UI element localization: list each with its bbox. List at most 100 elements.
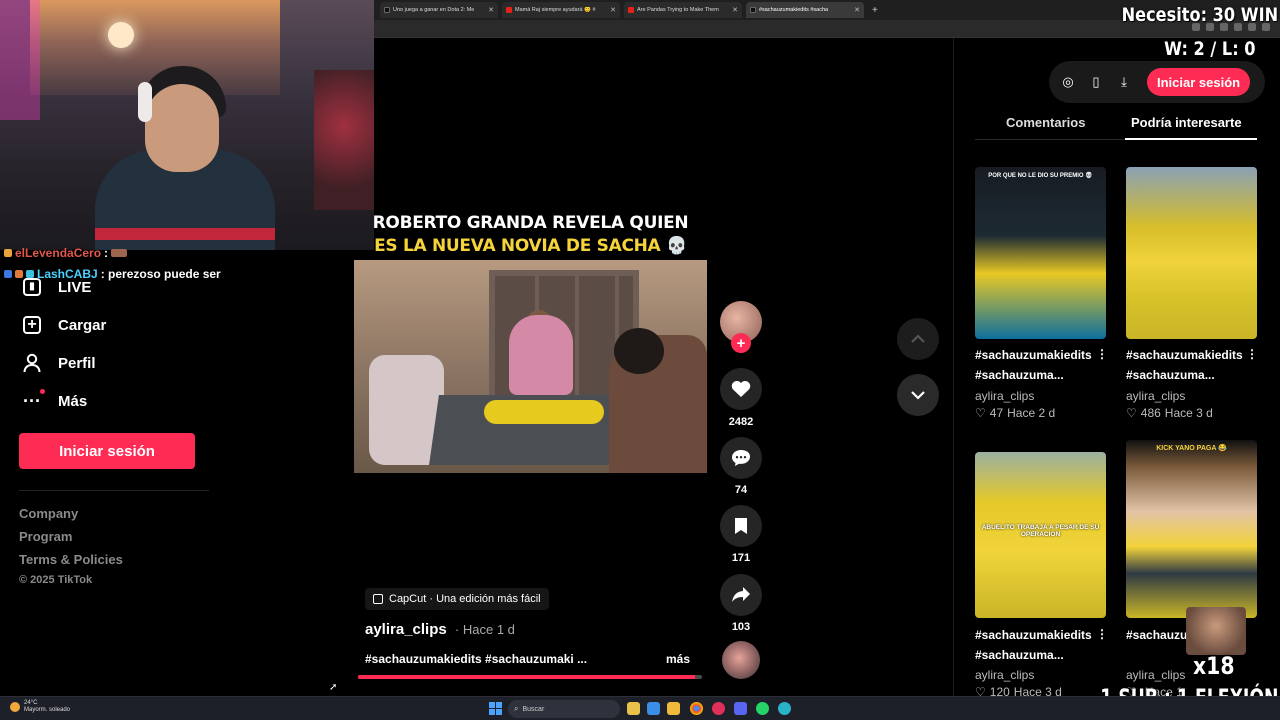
caption-line-1: ROBERTO GRANDA REVELA QUIEN [372,213,689,233]
close-tab-icon[interactable]: ✕ [610,6,616,14]
related-video-title[interactable]: #sachauzumakiedits #sachauzuma... [975,625,1097,665]
related-video-thumbnail[interactable]: POR QUE NO LE DIO SU PREMIO 💀 [975,167,1106,339]
sidebar-item-label: Cargar [58,316,107,334]
comment-count: 74 [734,484,748,496]
tab-comments[interactable]: Comentarios [1006,115,1085,130]
more-icon: ··· [22,389,45,411]
heart-outline-icon: ♡ [975,406,986,420]
like-count: 486 [1140,406,1161,420]
youtube-favicon-icon [628,7,634,13]
chrome-icon[interactable] [690,702,703,715]
chat-message: LashCABJ : perezoso puede ser [0,267,374,281]
related-video-author[interactable]: aylira_clips [1126,668,1185,682]
browser-tab[interactable]: Are Pandas Trying to Make Them ✕ [624,2,742,18]
related-video-author[interactable]: aylira_clips [975,389,1034,403]
related-video-meta: ♡ 486 Hace 3 d [1126,406,1213,420]
related-video-thumbnail[interactable] [1126,167,1257,339]
taskbar-search[interactable]: ⌕ Buscar [508,700,620,718]
next-video-button[interactable] [897,374,939,416]
more-options-icon[interactable]: ⋮ [1246,347,1258,361]
tab-title: Uno juega a ganar en Dota 2: Me [393,7,475,13]
thumbnail-caption: KICK YANO PAGA 😂 [1156,445,1227,452]
share-button[interactable] [720,574,762,616]
sidebar-item-label: LIVE [58,278,92,296]
sidebar-item-upload[interactable]: + Cargar [22,315,106,335]
previous-video-button[interactable] [897,318,939,360]
caption-line-2: ES LA NUEVA NOVIA DE SACHA 💀 [374,236,687,256]
follow-plus-icon[interactable]: + [731,333,751,353]
related-video-thumbnail[interactable]: ABUELITO TRABAJA A PESAR DE SU OPERACION [975,452,1106,618]
windows-taskbar: 24°C Mayorm. soleado ⌕ Buscar [0,696,1280,720]
stream-goal-text: Necesito: 30 WIN [1121,4,1278,26]
video-caption-overlay: ROBERTO GRANDA REVELA QUIEN ES LA NUEVA … [354,212,707,258]
footer-link-terms[interactable]: Terms & Policies [19,552,123,567]
browser-tab[interactable]: Uno juega a ganar en Dota 2: Me ✕ [380,2,498,18]
footer-link-program[interactable]: Program [19,529,72,544]
related-video-author[interactable]: aylira_clips [1126,389,1185,403]
like-button[interactable] [720,368,762,410]
active-tab-indicator [1125,138,1257,140]
related-video-title[interactable]: #sachauzumakiedits #sachauzuma... [1126,345,1248,385]
browser-tab[interactable]: Mamá Raj siempre ayudará 😊 # ✕ [502,2,620,18]
share-count: 103 [731,621,751,633]
video-author: aylira_clips · Hace 1 d [365,621,515,638]
capcut-icon [373,594,383,604]
close-tab-icon[interactable]: ✕ [732,6,738,14]
close-tab-icon[interactable]: ✕ [488,6,494,14]
chevron-down-icon [911,391,925,400]
related-video-title[interactable]: #sachauzumakiedits #sachauzuma... [1126,625,1186,645]
tiktok-logo-icon[interactable]: ◎ [1059,73,1077,91]
close-tab-icon[interactable]: ✕ [854,6,860,14]
thumbnail-caption: ABUELITO TRABAJA A PESAR DE SU OPERACION [981,524,1100,538]
author-username[interactable]: aylira_clips [365,621,447,638]
weather-widget[interactable]: 24°C Mayorm. soleado [10,700,70,714]
windows-start-icon[interactable] [489,702,502,715]
see-more-link[interactable]: más [666,652,690,666]
related-video-thumbnail[interactable]: KICK YANO PAGA 😂 [1126,440,1257,618]
comment-button[interactable] [720,437,762,479]
chat-text: : [104,248,109,257]
browser-tab-active[interactable]: #sachauzumakiedits #sacha ✕ [746,2,864,18]
music-disc[interactable] [722,641,760,679]
tab-related[interactable]: Podría interesarte [1131,115,1242,130]
capcut-badge[interactable]: CapCut · Una edición más fácil [365,588,549,610]
more-options-icon[interactable]: ⋮ [1096,627,1108,641]
related-video-author[interactable]: aylira_clips [975,668,1034,682]
top-action-bar: ◎ ▯ ⤓ Iniciar sesión [1049,61,1265,103]
new-tab-button[interactable]: + [872,5,878,16]
youtube-favicon-icon [506,7,512,13]
login-button[interactable]: Iniciar sesión [19,433,195,469]
video-player[interactable] [354,260,707,473]
chat-text: : perezoso puede ser [100,267,221,281]
tiktok-favicon-icon [384,7,390,13]
save-button[interactable] [720,505,762,547]
chevron-up-icon [911,334,925,343]
download-icon[interactable]: ⤓ [1115,73,1133,91]
folder-icon[interactable] [667,702,680,715]
sidebar-divider [19,490,209,491]
more-options-icon[interactable]: ⋮ [1096,347,1108,361]
post-time: Hace 2 d [1007,406,1056,420]
chat-badge-icon [4,248,12,257]
file-explorer-icon[interactable] [627,702,640,715]
edge-icon[interactable] [647,702,660,715]
weather-temp: 24°C [24,700,38,706]
post-time: · Hace 1 d [454,622,515,637]
save-count: 171 [731,552,751,564]
phone-icon[interactable]: ▯ [1087,73,1105,91]
discord-icon[interactable] [734,702,747,715]
like-count: 2482 [728,416,754,428]
video-description: #sachauzumakiedits #sachauzumaki ... [365,652,588,666]
footer-link-company[interactable]: Company [19,506,78,521]
related-video-title[interactable]: #sachauzumakiedits #sachauzuma... [975,345,1097,385]
stream-chat: elLeyendaCero : LashCABJ : perezoso pued… [0,248,374,281]
video-progress-bar[interactable] [358,675,702,679]
app-icon[interactable] [778,702,791,715]
opera-icon[interactable] [712,702,725,715]
whatsapp-icon[interactable] [756,702,769,715]
tab-title: Are Pandas Trying to Make Them [637,7,719,13]
sidebar-item-more[interactable]: ··· Más [22,389,87,411]
tiktok-favicon-icon [750,7,756,13]
sidebar-item-profile[interactable]: Perfil [22,353,96,373]
login-button[interactable]: Iniciar sesión [1147,68,1251,96]
